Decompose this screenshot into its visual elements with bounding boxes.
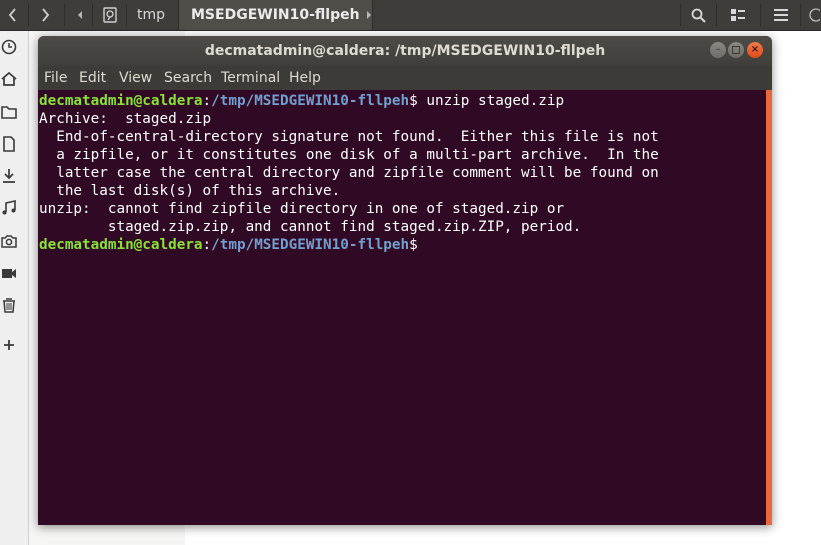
minimize-button[interactable]: –	[710, 42, 726, 58]
prompt-user-host: decmatadmin@caldera	[39, 237, 203, 253]
list-view-icon	[731, 9, 745, 21]
files-headerbar: tmp MSEDGEWIN10-fllpeh	[0, 0, 821, 31]
home-icon[interactable]	[0, 70, 18, 88]
terminal-menubar: File Edit View Search Terminal Help	[38, 66, 772, 90]
menu-view[interactable]: View	[119, 70, 152, 86]
prompt-line-1: decmatadmin@caldera:/tmp/MSEDGEWIN10-fll…	[39, 93, 564, 109]
download-icon[interactable]	[0, 167, 18, 185]
video-icon[interactable]	[0, 264, 18, 282]
drive-icon	[103, 7, 117, 23]
search-icon	[691, 8, 706, 23]
menu-file[interactable]: File	[44, 70, 67, 86]
output-line: unzip: cannot find zipfile directory in …	[39, 201, 565, 217]
root-location-button[interactable]	[96, 0, 124, 30]
menu-search[interactable]: Search	[164, 70, 212, 86]
places-icon-strip	[0, 31, 29, 545]
folder-icon[interactable]	[0, 103, 18, 121]
prompt-line-2: decmatadmin@caldera:/tmp/MSEDGEWIN10-fll…	[39, 237, 426, 253]
minimize-icon: –	[715, 44, 721, 55]
back-button[interactable]	[0, 0, 26, 30]
prompt-separator: :	[202, 93, 212, 109]
path-scroll-left-button[interactable]	[70, 0, 90, 30]
prompt-user-host: decmatadmin@caldera	[39, 93, 203, 109]
terminal-output[interactable]: decmatadmin@caldera:/tmp/MSEDGEWIN10-fll…	[38, 90, 766, 525]
camera-icon[interactable]	[0, 232, 18, 250]
command-text: unzip staged.zip	[426, 93, 565, 109]
close-icon: ×	[750, 44, 760, 55]
forward-button[interactable]	[30, 0, 60, 30]
prompt-separator: :	[202, 237, 212, 253]
prompt-path: /tmp/MSEDGEWIN10-fllpeh	[211, 93, 410, 109]
maximize-icon	[732, 46, 740, 54]
triangle-left-icon	[78, 11, 82, 19]
chevron-right-icon	[42, 8, 50, 22]
terminal-text: decmatadmin@caldera:/tmp/MSEDGEWIN10-fll…	[38, 90, 766, 254]
path-scroll-right-button[interactable]	[360, 0, 378, 30]
menu-terminal[interactable]: Terminal	[221, 70, 280, 86]
music-icon[interactable]	[0, 199, 18, 217]
close-button[interactable]: ×	[747, 42, 763, 58]
menu-help[interactable]: Help	[289, 70, 321, 86]
circle-icon	[809, 8, 820, 22]
terminal-window[interactable]: decmatadmin@caldera: /tmp/MSEDGEWIN10-fl…	[38, 36, 772, 525]
document-icon[interactable]	[0, 135, 18, 153]
breadcrumb-current[interactable]: MSEDGEWIN10-fllpeh	[178, 0, 373, 30]
output-line: End-of-central-directory signature not f…	[39, 129, 659, 145]
window-control-button[interactable]	[805, 0, 821, 30]
output-line: a zipfile, or it constitutes one disk of…	[39, 147, 659, 163]
output-line: Archive: staged.zip	[39, 111, 212, 127]
trash-icon[interactable]	[0, 296, 18, 314]
clock-icon[interactable]	[0, 38, 18, 56]
output-line: latter case the central directory and zi…	[39, 165, 659, 181]
window-title: decmatadmin@caldera: /tmp/MSEDGEWIN10-fl…	[204, 43, 606, 59]
search-button[interactable]	[683, 0, 713, 30]
hamburger-menu-icon	[774, 9, 788, 21]
terminal-titlebar[interactable]: decmatadmin@caldera: /tmp/MSEDGEWIN10-fl…	[38, 36, 772, 66]
menu-edit[interactable]: Edit	[79, 70, 106, 86]
prompt-symbol: $	[409, 93, 427, 109]
output-line: the last disk(s) of this archive.	[39, 183, 341, 199]
breadcrumb-tmp[interactable]: tmp	[137, 0, 165, 30]
view-toggle-button[interactable]	[722, 0, 754, 30]
plus-icon[interactable]	[0, 336, 18, 354]
terminal-scrollbar[interactable]	[766, 90, 772, 525]
maximize-button[interactable]	[728, 42, 744, 58]
prompt-path: /tmp/MSEDGEWIN10-fllpeh	[211, 237, 410, 253]
triangle-right-icon	[367, 11, 371, 19]
output-line: staged.zip.zip, and cannot find staged.z…	[39, 219, 582, 235]
main-menu-button[interactable]	[766, 0, 796, 30]
chevron-left-icon	[8, 8, 16, 22]
prompt-symbol: $	[409, 237, 427, 253]
